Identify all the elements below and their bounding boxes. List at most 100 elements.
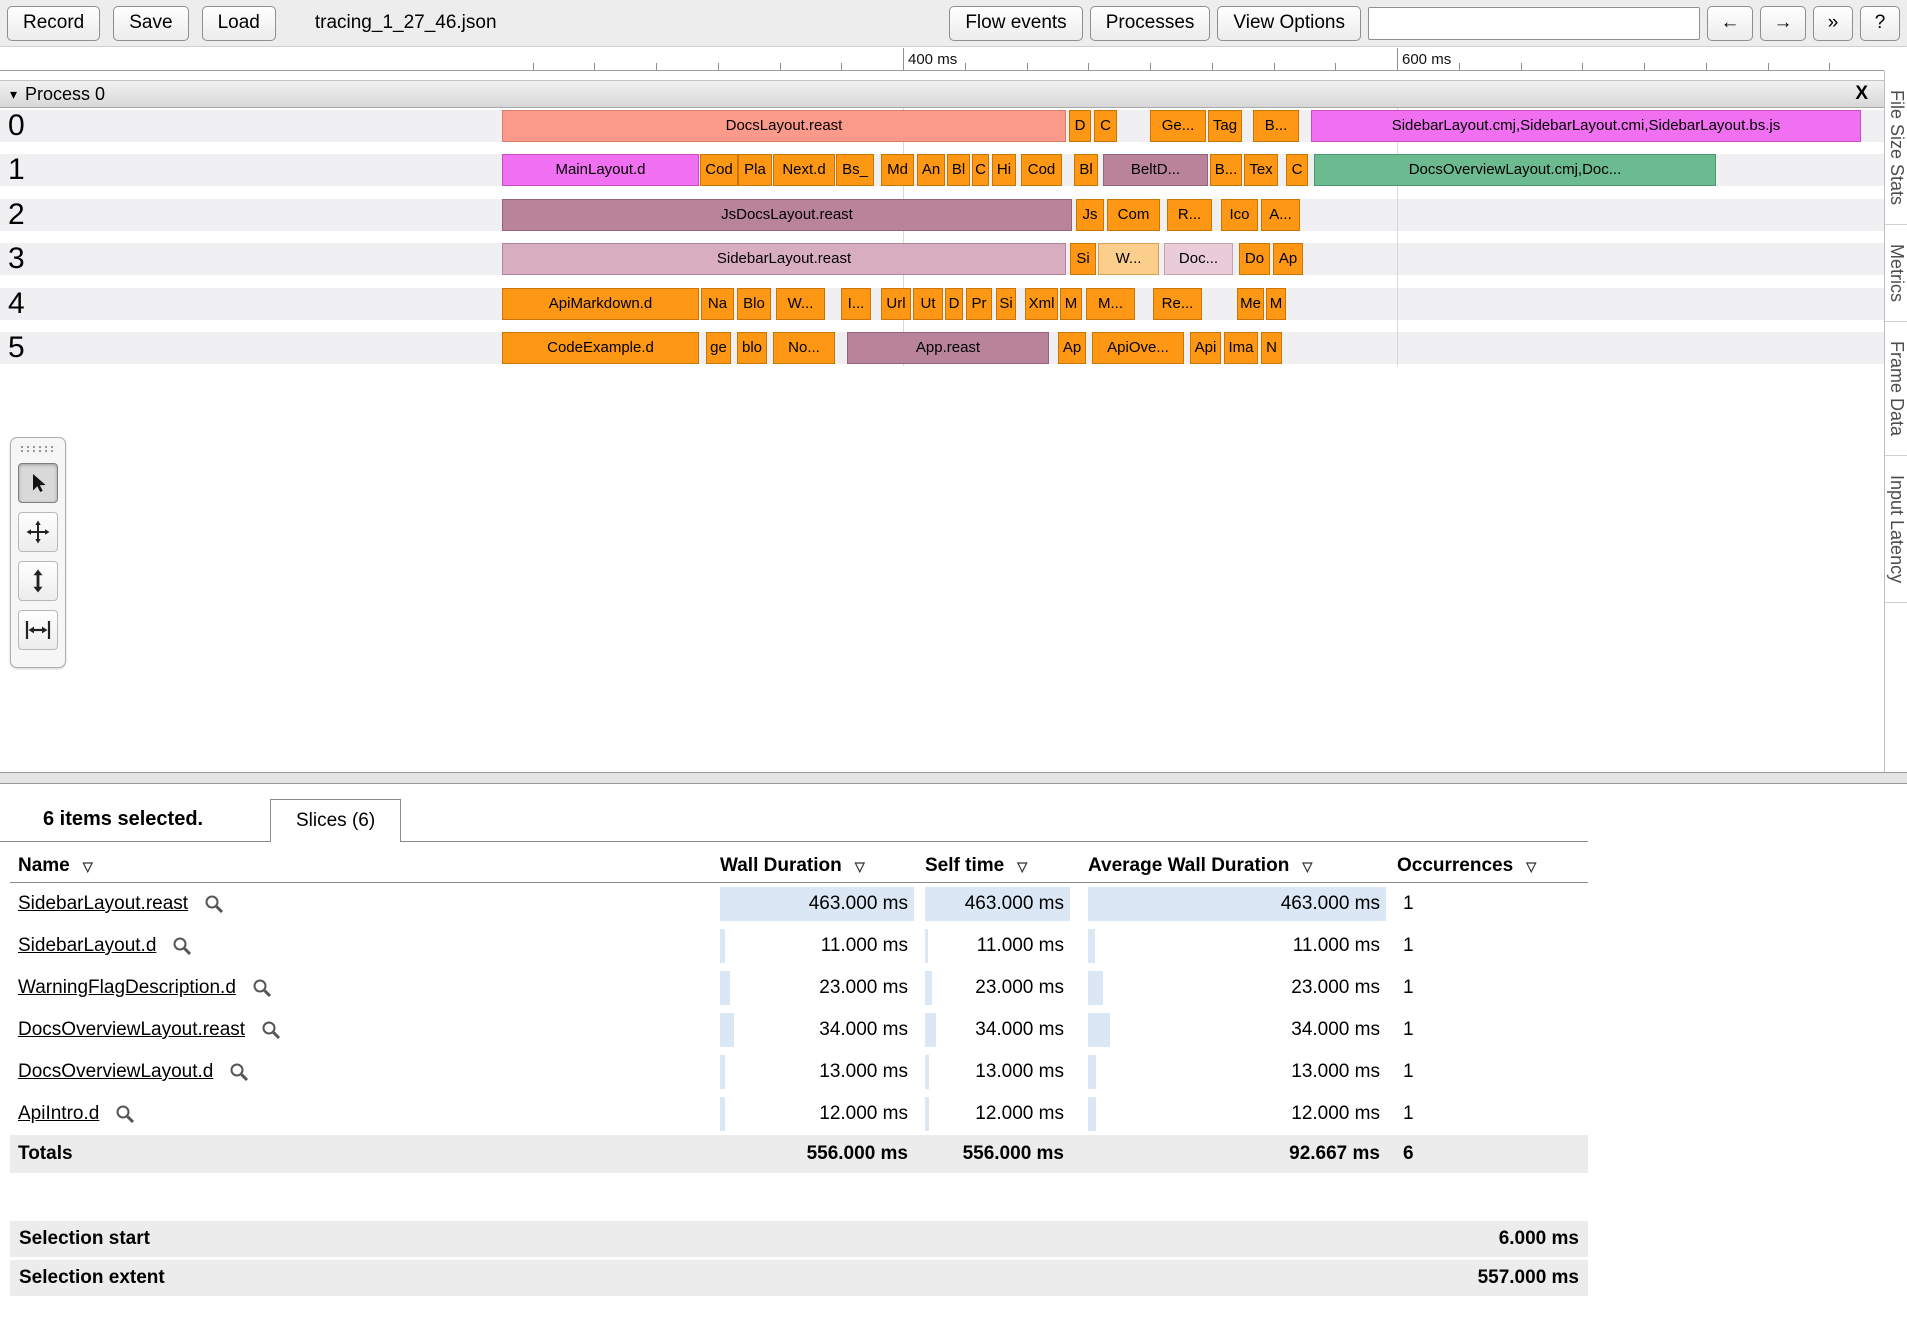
timeline-slice[interactable]: ge <box>706 332 731 364</box>
timeline-slice[interactable]: Bs_ <box>836 154 874 186</box>
slice-name-link[interactable]: DocsOverviewLayout.d <box>18 1051 213 1093</box>
flow-events-button[interactable]: Flow events <box>949 6 1082 41</box>
panel-splitter[interactable] <box>0 772 1907 784</box>
timeline-slice[interactable]: Bl <box>947 154 970 186</box>
help-button[interactable]: ? <box>1860 6 1900 41</box>
side-tab-file-size-stats[interactable]: File Size Stats <box>1885 71 1907 225</box>
timeline-slice[interactable]: D <box>1069 110 1091 142</box>
timeline-slice[interactable]: App.reast <box>847 332 1049 364</box>
magnifier-icon[interactable] <box>229 1062 249 1082</box>
save-button[interactable]: Save <box>113 6 188 41</box>
timeline-slice[interactable]: JsDocsLayout.reast <box>502 199 1072 231</box>
timeline-slice[interactable]: blo <box>737 332 767 364</box>
slice-name-link[interactable]: SidebarLayout.reast <box>18 883 188 925</box>
column-header-wall-duration[interactable]: Wall Duration▽ <box>720 849 914 883</box>
selection-tool-button[interactable] <box>18 463 58 503</box>
timeline-slice[interactable]: A... <box>1261 199 1300 231</box>
timeline-slice[interactable]: C <box>1286 154 1308 186</box>
timeline-slice[interactable]: Tex <box>1244 154 1278 186</box>
timeline-slice[interactable]: Md <box>881 154 914 186</box>
timeline-slice[interactable]: C <box>972 154 989 186</box>
timeline-slice[interactable]: B... <box>1210 154 1242 186</box>
pan-tool-button[interactable] <box>18 512 58 552</box>
search-input[interactable] <box>1368 7 1700 40</box>
timeline-slice[interactable]: Ima <box>1224 332 1258 364</box>
column-header-name[interactable]: Name▽ <box>10 849 720 883</box>
timeline-slice[interactable]: Cod <box>1021 154 1062 186</box>
timeline-slice[interactable]: Url <box>881 288 911 320</box>
processes-button[interactable]: Processes <box>1090 6 1211 41</box>
timeline-slice[interactable]: Ge... <box>1150 110 1206 142</box>
timeline-slice[interactable]: I... <box>841 288 871 320</box>
column-header-average-wall-duration[interactable]: Average Wall Duration▽ <box>1088 849 1386 883</box>
sort-triangle-icon[interactable]: ▽ <box>1526 859 1536 874</box>
timeline-ruler[interactable]: 400 ms600 ms <box>0 48 1884 71</box>
find-previous-button[interactable]: ← <box>1707 6 1753 41</box>
column-header-self-time[interactable]: Self time▽ <box>925 849 1070 883</box>
timeline-slice[interactable]: B... <box>1253 110 1299 142</box>
timeline-slice[interactable]: ApiMarkdown.d <box>502 288 699 320</box>
timing-tool-button[interactable] <box>18 610 58 650</box>
timeline-slice[interactable]: Next.d <box>773 154 835 186</box>
timeline-slice[interactable]: CodeExample.d <box>502 332 699 364</box>
timeline-slice[interactable]: N <box>1261 332 1282 364</box>
magnifier-icon[interactable] <box>252 978 272 998</box>
timeline-slice[interactable]: Doc... <box>1164 243 1233 275</box>
timeline-slice[interactable]: W... <box>1098 243 1159 275</box>
timeline-slice[interactable]: Bl <box>1074 154 1098 186</box>
timeline-slice[interactable]: Do <box>1239 243 1270 275</box>
sort-triangle-icon[interactable]: ▽ <box>855 859 865 874</box>
vertical-zoom-tool-button[interactable] <box>18 561 58 601</box>
timeline-slice[interactable]: SidebarLayout.cmj,SidebarLayout.cmi,Side… <box>1311 110 1861 142</box>
timeline-slice[interactable]: M... <box>1086 288 1135 320</box>
timeline-slice[interactable]: Na <box>701 288 734 320</box>
magnifier-icon[interactable] <box>115 1104 135 1124</box>
timeline-slice[interactable]: Ico <box>1221 199 1258 231</box>
timeline-slice[interactable]: Si <box>1070 243 1096 275</box>
slice-name-link[interactable]: SidebarLayout.d <box>18 925 156 967</box>
timeline-slice[interactable]: MainLayout.d <box>502 154 699 186</box>
sort-triangle-icon[interactable]: ▽ <box>83 859 93 874</box>
timeline-slice[interactable]: Pr <box>966 288 992 320</box>
flame-chart[interactable]: 0DocsLayout.reastDCGe...TagB...SidebarLa… <box>0 108 1884 772</box>
side-tab-frame-data[interactable]: Frame Data <box>1885 322 1907 456</box>
timeline-slice[interactable]: No... <box>773 332 835 364</box>
column-header-occurrences[interactable]: Occurrences▽ <box>1397 849 1588 883</box>
timeline-slice[interactable]: ApiOve... <box>1092 332 1184 364</box>
timeline-slice[interactable]: Cod <box>700 154 738 186</box>
timeline-slice[interactable]: R... <box>1167 199 1212 231</box>
timeline-slice[interactable]: Ap <box>1273 243 1303 275</box>
timeline-slice[interactable]: Tag <box>1208 110 1242 142</box>
timeline-slice[interactable]: Hi <box>992 154 1016 186</box>
side-tab-metrics[interactable]: Metrics <box>1885 225 1907 322</box>
expand-button[interactable]: » <box>1813 6 1853 41</box>
timeline-slice[interactable]: SidebarLayout.reast <box>502 243 1066 275</box>
palette-drag-handle[interactable] <box>19 445 57 454</box>
timeline-slice[interactable]: Blo <box>737 288 771 320</box>
timeline-slice[interactable]: C <box>1094 110 1117 142</box>
timeline-slice[interactable]: DocsLayout.reast <box>502 110 1066 142</box>
timeline-slice[interactable]: Xml <box>1025 288 1058 320</box>
record-button[interactable]: Record <box>7 6 100 41</box>
timeline-slice[interactable]: Pla <box>738 154 772 186</box>
timeline-slice[interactable]: W... <box>776 288 825 320</box>
timeline-slice[interactable]: Js <box>1076 199 1104 231</box>
slice-name-link[interactable]: WarningFlagDescription.d <box>18 967 236 1009</box>
timeline-slice[interactable]: Re... <box>1153 288 1202 320</box>
magnifier-icon[interactable] <box>204 894 224 914</box>
side-tab-input-latency[interactable]: Input Latency <box>1885 456 1907 603</box>
timeline-slice[interactable]: M <box>1060 288 1082 320</box>
process-header[interactable]: ▾ Process 0 X <box>0 80 1884 108</box>
timeline-slice[interactable]: Si <box>996 288 1016 320</box>
sort-triangle-icon[interactable]: ▽ <box>1302 859 1312 874</box>
timeline-slice[interactable]: M <box>1266 288 1286 320</box>
tab-slices[interactable]: Slices (6) <box>270 799 401 842</box>
slice-name-link[interactable]: DocsOverviewLayout.reast <box>18 1009 245 1051</box>
timeline-slice[interactable]: Ap <box>1058 332 1086 364</box>
find-next-button[interactable]: → <box>1760 6 1806 41</box>
process-close-button[interactable]: X <box>1855 83 1874 105</box>
collapse-chevron-icon[interactable]: ▾ <box>10 86 17 103</box>
timeline-slice[interactable]: Ut <box>913 288 943 320</box>
slice-name-link[interactable]: ApiIntro.d <box>18 1093 99 1135</box>
timeline-slice[interactable]: An <box>917 154 945 186</box>
